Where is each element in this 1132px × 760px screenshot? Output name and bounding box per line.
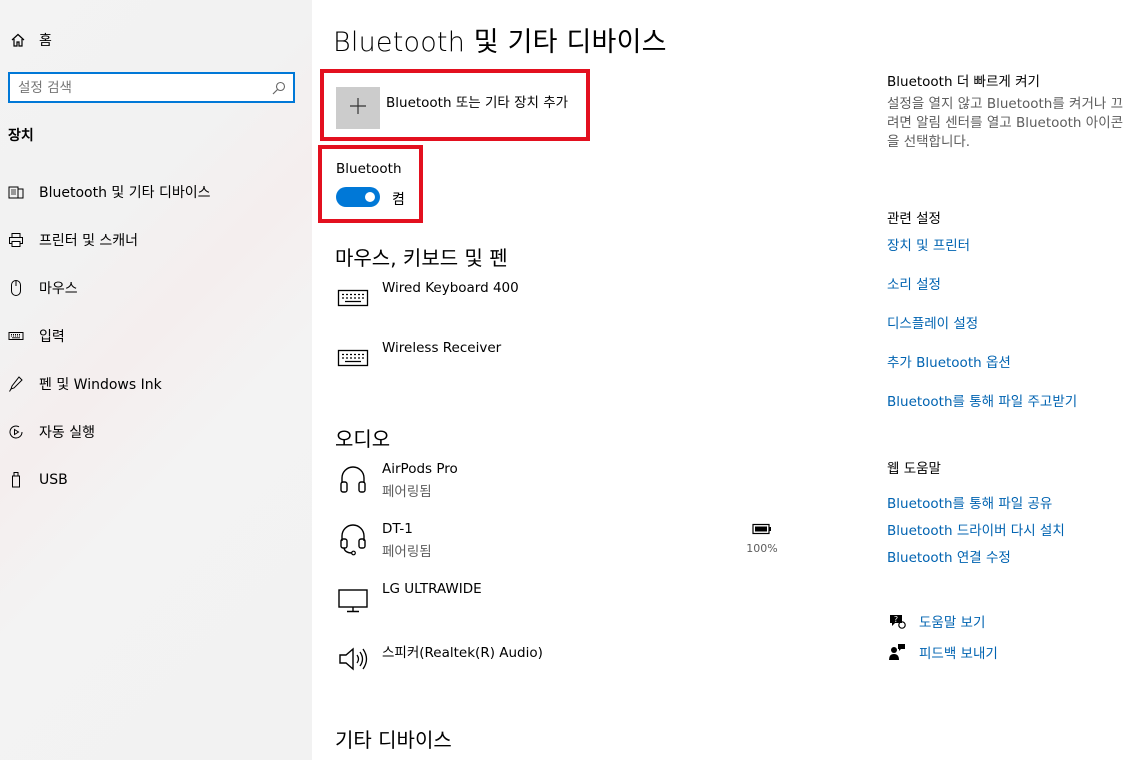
sidebar-section-label: 장치 (8, 128, 34, 144)
device-status: 페어링됨 (382, 484, 432, 500)
main-content: Bluetooth 및 기타 디바이스 Bluetooth 또는 기타 장치 추… (312, 0, 872, 760)
device-item[interactable]: Wired Keyboard 400 (335, 280, 785, 330)
bluetooth-toggle-highlight: Bluetooth 켬 (318, 145, 423, 223)
toggle-knob (365, 192, 375, 202)
speaker-icon (335, 641, 371, 677)
add-device-highlight: Bluetooth 또는 기타 장치 추가 (320, 69, 590, 141)
sidebar-item-label: 자동 실행 (39, 425, 95, 441)
audio-heading: 오디오 (335, 427, 391, 451)
device-item[interactable]: AirPods Pro 페어링됨 (335, 461, 785, 511)
device-item[interactable]: DT-1 페어링됨 (335, 521, 785, 571)
add-device-button[interactable] (336, 87, 380, 129)
monitor-icon (335, 581, 371, 617)
sidebar-item-label: 프린터 및 스캐너 (39, 233, 139, 249)
web-help-heading: 웹 도움말 (887, 461, 941, 477)
link-reinstall-driver[interactable]: Bluetooth 드라이버 다시 설치 (887, 519, 1065, 539)
search-box[interactable] (8, 72, 295, 103)
sidebar-item-label: Bluetooth 및 기타 디바이스 (39, 185, 211, 201)
device-name: LG ULTRAWIDE (382, 581, 482, 597)
bluetooth-toggle[interactable] (336, 187, 380, 207)
sidebar: 홈 장치 Bluetooth 및 기타 디바이스 프린터 및 스캐너 마우스 입… (0, 0, 312, 760)
sidebar-home[interactable]: 홈 (8, 28, 52, 52)
keyboard-icon (8, 327, 24, 345)
search-input[interactable] (18, 78, 268, 98)
bluetooth-state: 켬 (392, 192, 405, 208)
link-send-receive-files[interactable]: Bluetooth를 통해 파일 주고받기 (887, 390, 1077, 410)
input-devices-heading: 마우스, 키보드 및 펜 (335, 246, 508, 270)
keyboard-icon (335, 280, 371, 316)
headphones-icon (335, 461, 371, 497)
sidebar-item-pen[interactable]: 펜 및 Windows Ink (0, 364, 312, 404)
sidebar-item-autoplay[interactable]: 자동 실행 (0, 412, 312, 452)
usb-icon (8, 471, 24, 489)
device-item[interactable]: Wireless Receiver (335, 340, 785, 390)
svg-text:?: ? (894, 615, 898, 624)
device-item[interactable]: LG ULTRAWIDE (335, 581, 785, 631)
other-devices-heading: 기타 디바이스 (335, 728, 452, 752)
battery-percent: 100% (746, 542, 778, 555)
link-sound-settings[interactable]: 소리 설정 (887, 273, 941, 293)
link-fix-connection[interactable]: Bluetooth 연결 수정 (887, 546, 1011, 566)
sidebar-item-label: 펜 및 Windows Ink (39, 377, 162, 393)
link-share-files[interactable]: Bluetooth를 통해 파일 공유 (887, 492, 1052, 512)
feedback-label: 피드백 보내기 (919, 646, 998, 662)
sidebar-home-label: 홈 (39, 33, 52, 49)
feedback-icon (887, 642, 907, 662)
link-more-bluetooth-options[interactable]: 추가 Bluetooth 옵션 (887, 351, 1011, 371)
get-help-label: 도움말 보기 (919, 615, 986, 631)
home-icon (8, 30, 28, 50)
search-icon[interactable] (271, 80, 287, 96)
pen-icon (8, 375, 24, 393)
sidebar-item-typing[interactable]: 입력 (0, 316, 312, 356)
sidebar-item-bluetooth[interactable]: Bluetooth 및 기타 디바이스 (0, 172, 312, 212)
swift-pair-heading: Bluetooth 더 빠르게 켜기 (887, 74, 1040, 90)
help-chat-icon: ? (887, 611, 907, 631)
device-name: Wired Keyboard 400 (382, 280, 519, 296)
swift-pair-text: 설정을 열지 않고 Bluetooth를 켜거나 끄려면 알림 센터를 열고 B… (887, 96, 1124, 150)
page-title: Bluetooth 및 기타 디바이스 (333, 27, 667, 58)
headset-icon (335, 521, 371, 557)
link-devices-printers[interactable]: 장치 및 프린터 (887, 234, 970, 254)
sidebar-item-label: 입력 (39, 329, 65, 345)
plus-icon (349, 97, 367, 119)
sidebar-item-label: USB (39, 472, 68, 488)
bluetooth-label: Bluetooth (336, 161, 402, 177)
mouse-icon (8, 279, 24, 297)
device-name: AirPods Pro (382, 461, 458, 477)
add-device-label[interactable]: Bluetooth 또는 기타 장치 추가 (386, 91, 568, 111)
device-item[interactable]: 스피커(Realtek(R) Audio) (335, 641, 785, 691)
link-display-settings[interactable]: 디스플레이 설정 (887, 312, 978, 332)
right-panel: Bluetooth 더 빠르게 켜기 설정을 열지 않고 Bluetooth를 … (887, 0, 1132, 760)
device-name: DT-1 (382, 521, 413, 537)
autoplay-icon (8, 423, 24, 441)
battery-indicator: 100% (742, 520, 782, 555)
device-name: 스피커(Realtek(R) Audio) (382, 645, 543, 661)
sidebar-item-printers[interactable]: 프린터 및 스캐너 (0, 220, 312, 260)
printer-icon (8, 231, 24, 249)
related-settings-heading: 관련 설정 (887, 211, 941, 227)
sidebar-item-label: 마우스 (39, 281, 78, 297)
feedback-link[interactable]: 피드백 보내기 (887, 642, 998, 662)
sidebar-item-usb[interactable]: USB (0, 460, 312, 500)
sidebar-item-mouse[interactable]: 마우스 (0, 268, 312, 308)
device-name: Wireless Receiver (382, 340, 502, 356)
bluetooth-devices-icon (8, 183, 24, 201)
get-help-link[interactable]: ? 도움말 보기 (887, 611, 985, 631)
keyboard-icon (335, 340, 371, 376)
battery-icon (752, 520, 772, 539)
device-status: 페어링됨 (382, 544, 432, 560)
